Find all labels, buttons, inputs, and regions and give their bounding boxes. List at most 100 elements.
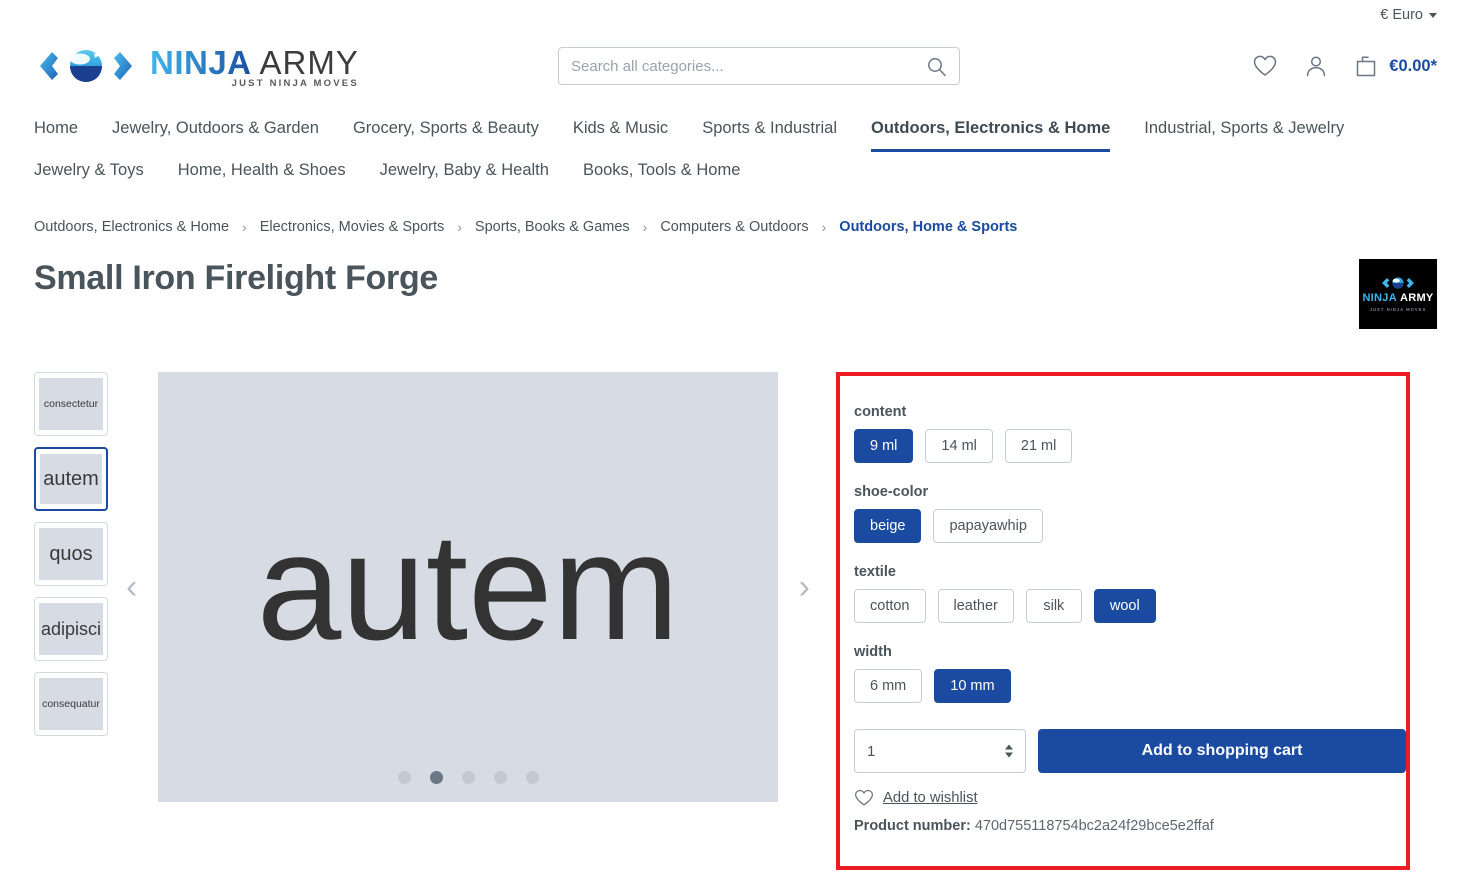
product-number-label: Product number: [854,818,971,835]
option-content-9-ml[interactable]: 9 ml [854,429,914,464]
option-content-14-ml[interactable]: 14 ml [925,429,993,464]
account-button[interactable] [1304,54,1328,78]
nav-item-6[interactable]: Industrial, Sports & Jewelry [1144,110,1344,152]
search-button[interactable] [926,56,947,77]
gallery-dot-2[interactable] [461,771,475,785]
nav-item-7[interactable]: Jewelry & Toys [34,152,144,194]
breadcrumb-item-0[interactable]: Outdoors, Electronics & Home [34,219,229,235]
nav-item-3[interactable]: Kids & Music [573,110,668,152]
product-number-value: 470d755118754bc2a24f29bce5e2ffaf [974,818,1214,835]
gallery-thumbnail-0[interactable]: consectetur [34,372,108,437]
nav-item-5[interactable]: Outdoors, Electronics & Home [871,110,1111,152]
site-logo[interactable]: NINJA ARMY JUST NINJA MOVES [34,44,359,89]
currency-selector[interactable]: € Euro [1380,7,1437,23]
product-options: content 9 ml 14 ml 21 ml shoe-color beige papa… [854,404,1406,704]
nav-item-0[interactable]: Home [34,110,78,152]
brand-logo[interactable]: NINJA ARMY JUST NINJA MOVES [1359,259,1437,330]
search-box[interactable] [558,47,960,85]
gallery-thumbnail-1[interactable]: autem [34,447,108,512]
option-textile-wool[interactable]: wool [1093,589,1156,624]
wishlist-button[interactable] [1252,54,1278,78]
breadcrumb-item-1[interactable]: Electronics, Movies & Sports [260,219,445,235]
nav-item-4[interactable]: Sports & Industrial [702,110,837,152]
logo-army-text: ARMY [259,43,359,81]
quantity-value: 1 [867,742,876,760]
thumbnail-label: quos [49,542,93,565]
quantity-stepper[interactable]: 1 [854,729,1026,774]
breadcrumb-item-2[interactable]: Sports, Books & Games [475,219,630,235]
user-icon [1307,56,1326,77]
thumbnail-label: autem [43,467,99,490]
gallery-next-arrow[interactable]: › [799,570,810,604]
option-textile-silk[interactable]: silk [1025,589,1082,624]
cart-button[interactable]: €0.00* [1354,54,1437,79]
heart-icon [1254,55,1277,76]
thumbnail-list: consectetur autem quos adipisci consequatur [34,372,110,737]
breadcrumb: Outdoors, Electronics & Home › Electronics… [0,193,1471,235]
thumbnail-label: consequatur [42,698,100,711]
breadcrumb-separator: › [642,219,648,236]
currency-label: € Euro [1380,7,1423,23]
option-group-label: textile [854,564,896,581]
breadcrumb-item-3[interactable]: Computers & Outdoors [660,219,808,235]
thumbnail-image: autem [40,454,102,505]
bag-icon [1357,55,1376,76]
option-shoe-color-papayawhip[interactable]: papayawhip [933,509,1043,544]
thumbnail-image: quos [39,528,103,581]
add-to-wishlist-label: Add to wishlist [883,790,978,807]
nav-item-1[interactable]: Jewelry, Outdoors & Garden [112,110,319,152]
gallery-main-image[interactable]: autem [158,372,778,803]
search-container [558,47,960,85]
top-bar: € Euro [0,0,1471,30]
gallery-dot-0[interactable] [397,771,411,785]
gallery-thumbnail-2[interactable]: quos [34,522,108,587]
option-values: beige papayawhip [854,509,1406,544]
breadcrumb-separator: › [457,219,462,236]
thumbnail-image: consequatur [39,678,103,731]
gallery-dot-3[interactable] [493,771,507,785]
logo-wordmark: NINJA ARMY JUST NINJA MOVES [150,44,359,89]
brand-logo-army-text: ARMY [1399,292,1434,305]
purchase-row: 1 Add to shopping cart [854,729,1406,774]
site-header: NINJA ARMY JUST NINJA MOVES Search all c… [0,30,1471,102]
option-group-label: content [854,404,907,421]
main-navigation: Home Jewelry, Outdoors & Garden Grocery, S… [0,102,1471,193]
nav-row: Home Jewelry, Outdoors & Garden Grocery, S… [34,110,1437,193]
option-content-21-ml[interactable]: 21 ml [1004,429,1073,464]
gallery-dots [158,771,778,785]
option-group-label: width [854,644,892,661]
gallery-thumbnail-4[interactable]: consequatur [34,672,108,737]
option-shoe-color-beige[interactable]: beige [854,509,922,544]
brand-logo-wordmark: NINJA ARMY [1362,292,1433,304]
logo-tagline: JUST NINJA MOVES [231,77,359,89]
ninja-logo-icon [34,44,138,88]
breadcrumb-separator: › [242,219,247,236]
nav-item-2[interactable]: Grocery, Sports & Beauty [353,110,539,152]
add-to-cart-button[interactable]: Add to shopping cart [1038,729,1406,774]
gallery-prev-arrow[interactable]: ‹ [126,570,137,604]
search-input[interactable] [571,57,926,75]
gallery-dot-1[interactable] [429,771,443,785]
option-group-textile: textile cotton leather silk wool [854,564,1406,624]
option-group-label: shoe-color [854,484,929,501]
option-values: 9 ml 14 ml 21 ml [854,429,1406,464]
page-title: Small Iron Firelight Forge [34,259,439,298]
nav-item-9[interactable]: Jewelry, Baby & Health [380,152,549,194]
option-width-6-mm[interactable]: 6 mm [854,669,923,704]
thumbnail-image: consectetur [39,378,103,431]
option-textile-leather[interactable]: leather [937,589,1014,624]
header-actions: €0.00* [1252,54,1437,79]
gallery-dot-4[interactable] [525,771,539,785]
product-detail-area: consectetur autem quos adipisci consequatur … [0,329,1471,871]
nav-item-8[interactable]: Home, Health & Shoes [178,152,346,194]
add-to-wishlist-button[interactable]: Add to wishlist [854,789,1406,807]
nav-item-10[interactable]: Books, Tools & Home [583,152,740,194]
brand-logo-icon [1381,276,1415,290]
gallery-thumbnail-3[interactable]: adipisci [34,597,108,662]
brand-logo-ninja-text: NINJA [1362,292,1397,305]
option-textile-cotton[interactable]: cotton [854,589,926,624]
product-number: Product number: 470d755118754bc2a24f29bc… [854,818,1406,834]
option-group-content: content 9 ml 14 ml 21 ml [854,404,1406,464]
option-width-10-mm[interactable]: 10 mm [934,669,1011,704]
product-title-row: Small Iron Firelight Forge NINJA ARMY JU… [0,235,1471,330]
